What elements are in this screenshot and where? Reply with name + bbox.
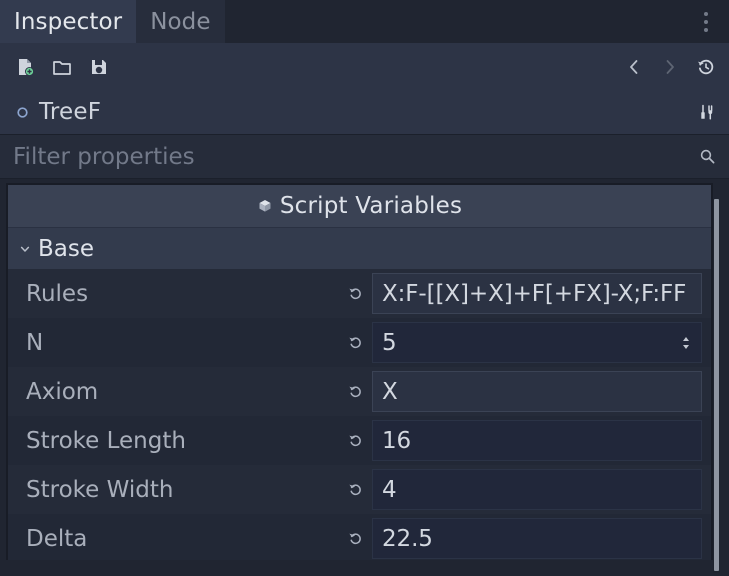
property-row-delta: Delta 22.5 (8, 514, 711, 560)
revert-arrow-icon[interactable] (338, 269, 372, 318)
section-label: Base (38, 235, 95, 262)
property-row-stroke-width: Stroke Width 4 (8, 465, 711, 514)
property-value: 5 (382, 329, 397, 356)
property-label: Axiom (26, 378, 99, 405)
property-value-field[interactable]: 4 (372, 469, 702, 510)
save-resource-button[interactable] (88, 56, 110, 78)
chevron-right-icon (661, 58, 679, 76)
filter-properties-row (0, 134, 729, 179)
history-forward-button[interactable] (659, 56, 681, 78)
property-value-field[interactable]: 22.5 (372, 518, 702, 559)
scrollbar-thumb[interactable] (714, 199, 719, 571)
property-value-field[interactable]: X (372, 371, 702, 412)
property-value-field[interactable]: X:F-[[X]+X]+F[+FX]-X;F:FF (372, 273, 702, 314)
category-header-script-variables: Script Variables (8, 185, 711, 228)
tab-inspector-label: Inspector (14, 8, 123, 35)
object-tools-icon[interactable] (695, 101, 717, 123)
tab-node[interactable]: Node (136, 0, 225, 43)
history-clock-icon (696, 57, 716, 77)
property-label: Rules (26, 280, 89, 307)
kebab-dot (704, 12, 708, 16)
search-icon[interactable] (697, 147, 717, 167)
property-row-axiom: Axiom X (8, 367, 711, 416)
new-resource-button[interactable] (14, 56, 36, 78)
property-value-field[interactable]: 16 (372, 420, 702, 461)
chevron-left-icon (625, 58, 643, 76)
property-label: N (26, 329, 44, 356)
node2d-icon (14, 104, 30, 120)
revert-arrow-icon[interactable] (338, 416, 372, 465)
new-file-icon (15, 57, 35, 77)
property-value: X (382, 378, 398, 405)
property-row-rules: Rules X:F-[[X]+X]+F[+FX]-X;F:FF (8, 269, 711, 318)
folder-open-icon (52, 57, 72, 77)
load-resource-button[interactable] (51, 56, 73, 78)
search-input[interactable] (13, 143, 653, 170)
category-title: Script Variables (279, 193, 463, 219)
property-label: Stroke Length (26, 427, 186, 454)
kebab-dot (704, 28, 708, 32)
revert-arrow-icon[interactable] (338, 465, 372, 514)
chevron-down-icon (18, 242, 32, 256)
spinner-updown-icon[interactable] (679, 332, 693, 354)
floppy-save-icon (89, 57, 109, 77)
revert-arrow-icon[interactable] (338, 514, 372, 560)
kebab-dot (704, 20, 708, 24)
history-button[interactable] (695, 56, 717, 78)
property-label: Delta (26, 525, 88, 552)
properties-vertical-scrollbar[interactable] (713, 199, 720, 573)
revert-arrow-icon[interactable] (338, 318, 372, 367)
properties-list: Script Variables Base Rules X:F-[[X]+X]+… (6, 183, 713, 560)
history-back-button[interactable] (623, 56, 645, 78)
revert-arrow-icon[interactable] (338, 367, 372, 416)
property-value: 22.5 (382, 525, 433, 552)
edited-object-row: TreeF (0, 90, 729, 134)
section-base[interactable]: Base (8, 228, 711, 269)
property-row-stroke-length: Stroke Length 16 (8, 416, 711, 465)
property-value: X:F-[[X]+X]+F[+FX]-X;F:FF (382, 280, 687, 307)
property-value: 16 (382, 427, 412, 454)
property-label: Stroke Width (26, 476, 174, 503)
tab-inspector[interactable]: Inspector (0, 0, 137, 43)
inspector-toolbar (0, 43, 729, 90)
script-object-icon (257, 198, 274, 215)
toolbar-right-group (623, 56, 717, 78)
edited-object-name: TreeF (39, 99, 102, 125)
property-row-n: N 5 (8, 318, 711, 367)
property-value: 4 (382, 476, 397, 503)
toolbar-left-group (14, 56, 110, 78)
inspector-tab-bar: Inspector Node (0, 0, 729, 43)
properties-scroll-area: Script Variables Base Rules X:F-[[X]+X]+… (0, 179, 729, 560)
tab-node-label: Node (150, 8, 211, 35)
property-value-field[interactable]: 5 (372, 322, 702, 363)
kebab-menu-icon[interactable] (697, 10, 715, 34)
